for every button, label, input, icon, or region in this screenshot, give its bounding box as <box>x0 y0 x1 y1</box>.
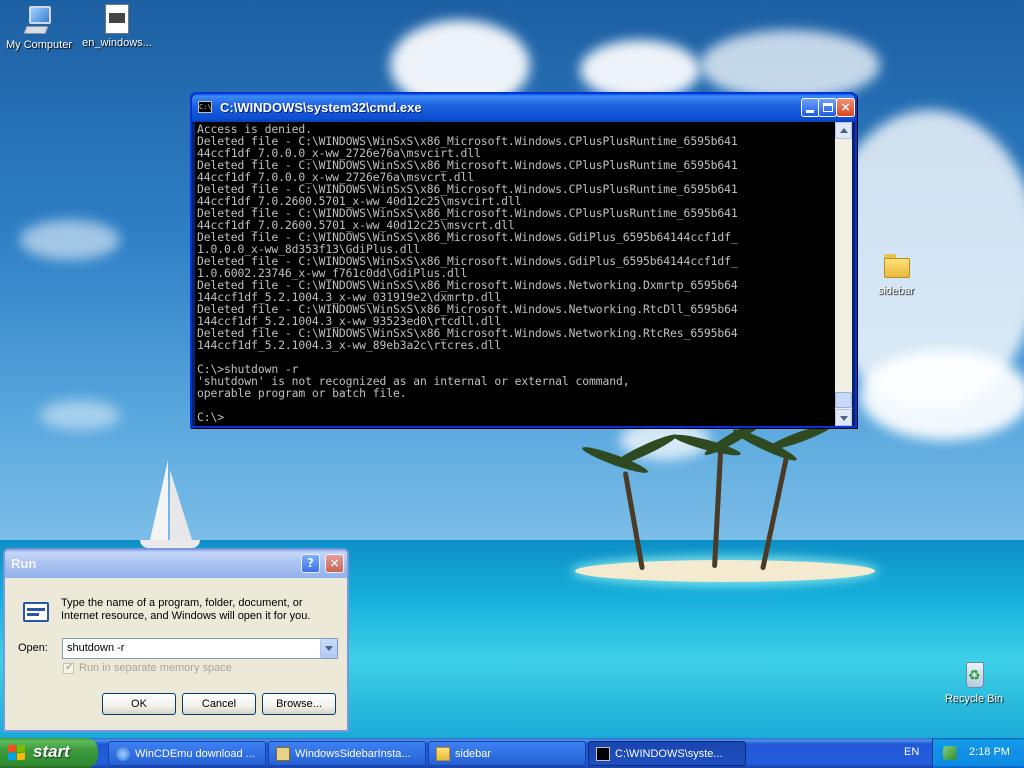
dialog-title: Run <box>11 556 37 571</box>
scroll-up-button[interactable] <box>835 122 852 139</box>
browse-button[interactable]: Browse... <box>262 693 336 715</box>
maximize-icon <box>823 103 833 112</box>
taskbar-button-label: WinCDEmu download ... <box>135 748 255 760</box>
minimize-icon <box>806 110 814 113</box>
recycle-bin-icon: ♻ <box>958 658 990 690</box>
scroll-thumb[interactable] <box>835 392 852 408</box>
checkmark-icon: ✔ <box>65 662 74 673</box>
browser-icon <box>116 747 130 761</box>
close-icon: × <box>840 100 851 114</box>
start-button[interactable]: start <box>0 738 98 768</box>
desktop-icon-label: My Computer <box>5 39 73 51</box>
file-icon <box>105 4 129 34</box>
desktop-icon-label: en_windows... <box>82 37 152 49</box>
wallpaper-island <box>575 560 875 582</box>
run-titlebar[interactable]: Run ? × <box>5 550 347 578</box>
maximize-button[interactable] <box>818 98 837 117</box>
ok-button[interactable]: OK <box>102 693 176 715</box>
desktop-icon-label: sidebar <box>877 285 915 297</box>
network-icon[interactable] <box>943 746 957 760</box>
taskbar: start WinCDEmu download ... WindowsSideb… <box>0 738 1024 768</box>
arrow-up-icon <box>840 128 848 133</box>
help-button[interactable]: ? <box>301 554 320 573</box>
console-line: C:\> <box>197 410 225 424</box>
start-label: start <box>33 742 70 761</box>
separate-memory-label: Run in separate memory space <box>79 662 232 674</box>
run-icon <box>19 598 51 626</box>
taskbar-button-label: WindowsSidebarInsta... <box>295 748 411 760</box>
run-description: Type the name of a program, folder, docu… <box>61 597 311 622</box>
folder-icon <box>880 250 912 282</box>
folder-icon <box>436 747 450 761</box>
taskbar-button-sidebar-installer[interactable]: WindowsSidebarInsta... <box>268 741 426 766</box>
cmd-icon <box>596 747 610 761</box>
console-line: 144ccf1df_5.2.1004.3_x-ww_89eb3a2c\rtcre… <box>197 338 502 352</box>
open-dropdown-button[interactable] <box>320 639 337 658</box>
close-icon: × <box>329 556 340 570</box>
console-scrollbar[interactable] <box>835 122 852 426</box>
help-icon: ? <box>307 556 314 570</box>
taskbar-button-wincdemu[interactable]: WinCDEmu download ... <box>108 741 266 766</box>
open-input[interactable]: shutdown -r <box>67 642 124 654</box>
desktop-icon-label: Recycle Bin <box>944 693 1004 705</box>
cmd-window[interactable]: C:\ C:\WINDOWS\system32\cmd.exe × Access… <box>190 92 857 428</box>
window-title: C:\WINDOWS\system32\cmd.exe <box>220 100 422 115</box>
separate-memory-checkbox: ✔ <box>63 662 74 674</box>
cmd-titlebar[interactable]: C:\ C:\WINDOWS\system32\cmd.exe × <box>192 94 855 122</box>
system-tray: 2:18 PM <box>932 738 1024 768</box>
installer-icon <box>276 747 290 761</box>
computer-icon <box>23 4 55 36</box>
clock[interactable]: 2:18 PM <box>969 746 1010 758</box>
recycle-bin-desktop-icon[interactable]: ♻ Recycle Bin <box>934 658 1014 705</box>
cancel-button[interactable]: Cancel <box>182 693 256 715</box>
console-lines: Access is denied. Deleted file - C:\WINDO… <box>197 123 835 423</box>
taskbar-button-label: C:\WINDOWS\syste... <box>615 748 723 760</box>
console-output[interactable]: Access is denied. Deleted file - C:\WINDO… <box>195 122 835 426</box>
close-button[interactable]: × <box>836 98 855 117</box>
chevron-down-icon <box>325 646 333 651</box>
arrow-down-icon <box>840 416 848 421</box>
language-indicator[interactable]: EN <box>904 746 919 758</box>
open-combobox[interactable]: shutdown -r <box>62 638 338 659</box>
windows-logo-icon <box>8 744 26 761</box>
iso-file-desktop-icon[interactable]: en_windows... <box>77 4 157 49</box>
scroll-down-button[interactable] <box>835 409 852 426</box>
cmd-icon: C:\ <box>198 101 212 113</box>
my-computer-desktop-icon[interactable]: My Computer <box>0 4 79 51</box>
console-line: operable program or batch file. <box>197 386 407 400</box>
open-label: Open: <box>18 642 48 654</box>
close-button[interactable]: × <box>325 554 344 573</box>
taskbar-button-sidebar-folder[interactable]: sidebar <box>428 741 586 766</box>
taskbar-button-cmd[interactable]: C:\WINDOWS\syste... <box>588 741 746 766</box>
run-dialog[interactable]: Run ? × Type the name of a program, fold… <box>3 548 349 732</box>
sidebar-folder-desktop-icon[interactable]: sidebar <box>856 250 936 297</box>
taskbar-button-label: sidebar <box>455 748 492 760</box>
